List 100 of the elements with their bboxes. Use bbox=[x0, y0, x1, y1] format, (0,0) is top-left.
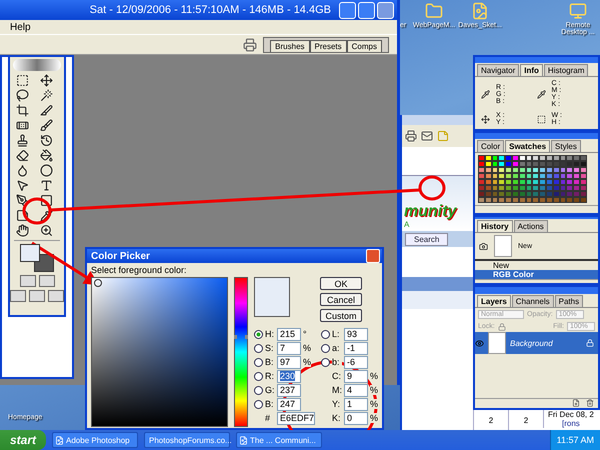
radio-button[interactable] bbox=[254, 330, 263, 338]
color-picker-ring-icon[interactable] bbox=[94, 279, 102, 287]
value-field[interactable]: 9 bbox=[344, 370, 368, 382]
new-layer-icon[interactable] bbox=[572, 399, 580, 407]
lasso-tool-icon[interactable] bbox=[16, 89, 29, 102]
slice-tool-icon[interactable] bbox=[40, 104, 53, 117]
field-label: M: bbox=[332, 385, 342, 395]
magic-wand-icon[interactable] bbox=[40, 89, 53, 102]
lock-icon[interactable] bbox=[498, 322, 506, 330]
color-field[interactable] bbox=[91, 277, 228, 427]
value-field[interactable]: 93 bbox=[344, 328, 368, 340]
value-field[interactable]: 215 bbox=[277, 328, 301, 340]
paint-bucket-icon[interactable] bbox=[40, 149, 53, 162]
dodge-tool-icon[interactable] bbox=[40, 164, 53, 177]
screen-mode-button[interactable] bbox=[10, 290, 26, 302]
bandage-icon[interactable] bbox=[16, 119, 29, 132]
type-tool-icon[interactable] bbox=[40, 179, 53, 192]
history-brush-icon[interactable] bbox=[40, 134, 53, 147]
close-button[interactable] bbox=[366, 249, 380, 263]
radio-button[interactable] bbox=[321, 344, 330, 352]
palette-tab[interactable]: Channels bbox=[512, 295, 554, 307]
move-tool-icon[interactable] bbox=[40, 74, 53, 87]
value-field[interactable]: 230 bbox=[277, 370, 301, 382]
palette-tab[interactable]: Info bbox=[520, 64, 543, 76]
dialog-button[interactable]: Custom bbox=[320, 309, 362, 322]
palette-tab[interactable]: Histogram bbox=[544, 64, 588, 76]
window-icon[interactable] bbox=[239, 436, 248, 444]
hue-slider[interactable] bbox=[234, 277, 248, 427]
palette-well-tab[interactable]: Presets bbox=[310, 40, 347, 52]
palette-tab[interactable]: Paths bbox=[554, 295, 584, 307]
radio-button[interactable] bbox=[254, 386, 263, 394]
minimize-button[interactable] bbox=[339, 2, 356, 18]
mail-icon[interactable] bbox=[421, 130, 433, 142]
value-field[interactable]: 0 bbox=[344, 412, 368, 424]
value-field[interactable]: 247 bbox=[277, 398, 301, 410]
stamp-tool-icon[interactable] bbox=[16, 134, 29, 147]
standard-mode-button[interactable] bbox=[20, 275, 36, 287]
eyedropper-icon[interactable] bbox=[536, 90, 546, 98]
eye-icon[interactable] bbox=[475, 338, 484, 348]
hand-tool-icon[interactable] bbox=[16, 224, 29, 237]
radio-button[interactable] bbox=[254, 344, 263, 352]
dialog-button[interactable]: Cancel bbox=[320, 293, 362, 306]
zoom-tool-icon[interactable] bbox=[40, 224, 53, 237]
palette-tab[interactable]: Swatches bbox=[505, 140, 550, 152]
crop-tool-icon[interactable] bbox=[16, 104, 29, 117]
trash-icon[interactable] bbox=[586, 399, 594, 407]
eraser-tool-icon[interactable] bbox=[16, 149, 29, 162]
radio-button[interactable] bbox=[254, 372, 263, 380]
lock-icon[interactable] bbox=[586, 339, 594, 347]
nav-button[interactable]: Search bbox=[405, 232, 448, 246]
history-state[interactable]: RGB Color bbox=[475, 270, 598, 280]
foreground-color-swatch[interactable] bbox=[20, 244, 40, 262]
radio-button[interactable] bbox=[254, 358, 263, 366]
palette-tab[interactable]: Actions bbox=[514, 220, 548, 232]
value-field[interactable]: -6 bbox=[344, 356, 368, 368]
taskbar-button[interactable]: Adobe Photoshop bbox=[52, 432, 138, 448]
hue-slider-thumb[interactable] bbox=[234, 335, 248, 339]
pen-tool-icon[interactable] bbox=[16, 194, 29, 207]
screen-mode-button[interactable] bbox=[29, 290, 45, 302]
marquee-tool-icon[interactable] bbox=[16, 74, 29, 87]
value-field[interactable]: 7 bbox=[277, 342, 301, 354]
screen-mode-button[interactable] bbox=[48, 290, 64, 302]
eyedropper-icon[interactable] bbox=[481, 90, 490, 98]
shape-tool-icon[interactable] bbox=[40, 194, 53, 207]
layer-row[interactable]: Background bbox=[475, 332, 598, 354]
printer-icon[interactable] bbox=[243, 38, 258, 52]
selection-icon[interactable] bbox=[536, 114, 546, 124]
snapshot-icon[interactable] bbox=[479, 242, 488, 251]
pointer-tool-icon[interactable] bbox=[16, 179, 29, 192]
close-button[interactable] bbox=[377, 2, 394, 18]
taskbar-button[interactable]: The ... Communi... bbox=[236, 432, 322, 448]
palette-tab[interactable]: Navigator bbox=[477, 64, 520, 76]
window-icon[interactable] bbox=[55, 436, 64, 444]
maximize-button[interactable] bbox=[358, 2, 375, 18]
quick-mask-button[interactable] bbox=[38, 275, 54, 287]
droplet-icon[interactable] bbox=[16, 164, 29, 177]
taskbar-button[interactable]: PhotoshopForums.co... bbox=[144, 432, 230, 448]
brush-tool-icon[interactable] bbox=[40, 119, 53, 132]
note-tool-icon[interactable] bbox=[16, 209, 29, 222]
palette-tab[interactable]: Layers bbox=[477, 295, 511, 307]
palette-tab[interactable]: History bbox=[477, 220, 513, 232]
value-field[interactable]: 237 bbox=[277, 384, 301, 396]
palette-well-tab[interactable]: Comps bbox=[346, 40, 382, 52]
start-button[interactable]: start bbox=[0, 430, 46, 450]
dialog-button[interactable]: OK bbox=[320, 277, 362, 290]
radio-button[interactable] bbox=[254, 400, 263, 408]
value-field[interactable]: 4 bbox=[344, 384, 368, 396]
palette-tab[interactable]: Styles bbox=[551, 140, 581, 152]
radio-button[interactable] bbox=[321, 358, 330, 366]
eyedropper-icon[interactable] bbox=[40, 209, 53, 222]
radio-button[interactable] bbox=[321, 330, 330, 338]
palette-tab[interactable]: Color bbox=[477, 140, 504, 152]
history-state[interactable]: New bbox=[475, 261, 598, 270]
value-field[interactable]: -1 bbox=[344, 342, 368, 354]
value-field[interactable]: 1 bbox=[344, 398, 368, 410]
hex-field[interactable]: E6EDF7 bbox=[277, 412, 315, 424]
menu-item[interactable]: Help bbox=[10, 22, 31, 32]
printer-icon[interactable] bbox=[405, 130, 417, 142]
palette-well-tab[interactable]: Brushes bbox=[270, 40, 310, 52]
value-field[interactable]: 97 bbox=[277, 356, 301, 368]
